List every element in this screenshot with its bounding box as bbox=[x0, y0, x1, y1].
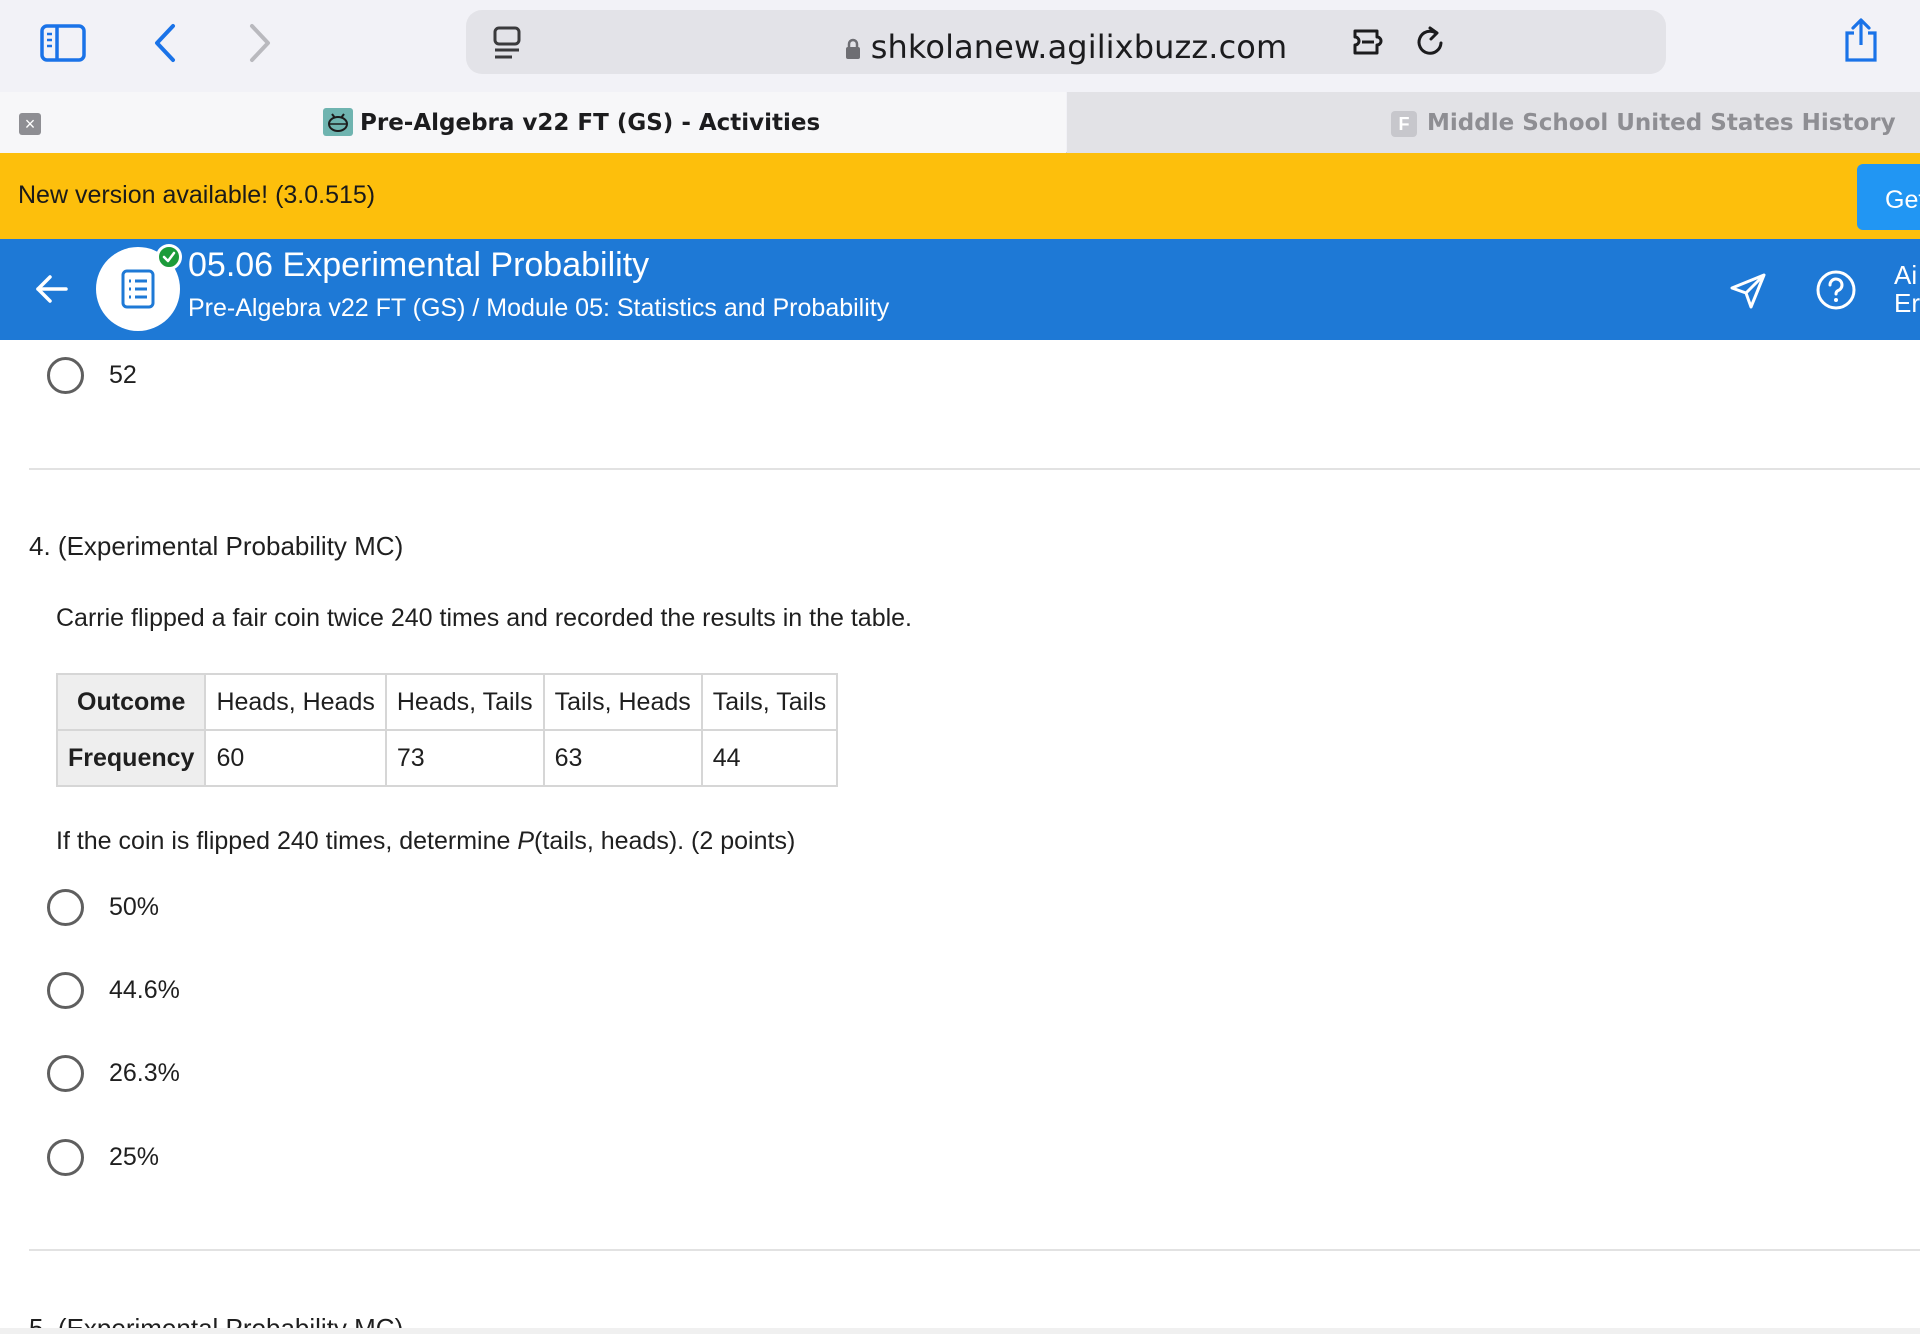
user-menu[interactable]: Ai Er bbox=[1894, 261, 1920, 317]
question-heading: 4. (Experimental Probability MC) bbox=[29, 531, 404, 561]
help-icon[interactable] bbox=[1815, 269, 1857, 316]
table-cell: 63 bbox=[542, 729, 703, 787]
table-cell: 60 bbox=[204, 729, 387, 787]
completed-check-icon bbox=[156, 244, 182, 270]
back-arrow-icon[interactable] bbox=[30, 269, 74, 314]
answer-option[interactable]: 44.6% bbox=[109, 976, 180, 1005]
answer-option[interactable]: 26.3% bbox=[109, 1059, 180, 1088]
tab-bar: × Pre-Algebra v22 FT (GS) - Activities F… bbox=[0, 92, 1920, 153]
browser-toolbar: shkolanew.agilixbuzz.com bbox=[0, 0, 1920, 92]
prompt-text: (tails, heads). (2 points) bbox=[534, 827, 796, 855]
answer-option: 52 bbox=[109, 361, 137, 389]
share-icon[interactable] bbox=[1842, 16, 1880, 64]
url-text: shkolanew.agilixbuzz.com bbox=[870, 28, 1288, 66]
get-update-button[interactable]: Get bbox=[1857, 164, 1920, 230]
close-tab-icon[interactable]: × bbox=[19, 113, 41, 135]
bottom-edge bbox=[0, 1328, 1920, 1334]
banner-message: New version available! (3.0.515) bbox=[18, 181, 376, 209]
answer-radio[interactable] bbox=[47, 357, 84, 394]
extension-icon[interactable] bbox=[1352, 24, 1392, 60]
table-cell: Heads, Heads bbox=[204, 673, 387, 731]
table-cell: 44 bbox=[700, 729, 839, 787]
answer-radio[interactable] bbox=[47, 1139, 84, 1176]
tab-history[interactable]: F Middle School United States History bbox=[1067, 92, 1920, 153]
activity-title: 05.06 Experimental Probability bbox=[188, 246, 650, 284]
table-header-cell: Outcome bbox=[55, 673, 207, 731]
sidebar-icon[interactable] bbox=[38, 22, 88, 64]
answer-radio[interactable] bbox=[47, 889, 84, 926]
prompt-probability-symbol: P bbox=[517, 827, 535, 855]
table-header-cell: Frequency bbox=[55, 729, 207, 787]
tab-favicon-icon bbox=[323, 108, 353, 136]
tab-favicon-letter: F bbox=[1391, 111, 1417, 137]
tab-title: Middle School United States History bbox=[1427, 110, 1896, 136]
forward-icon[interactable] bbox=[245, 20, 275, 66]
back-icon[interactable] bbox=[150, 20, 180, 66]
prompt-text: If the coin is flipped 240 times, determ… bbox=[56, 827, 518, 855]
table-cell: Tails, Tails bbox=[700, 673, 839, 731]
question-divider bbox=[29, 1249, 1920, 1251]
reload-icon[interactable] bbox=[1414, 24, 1448, 60]
activity-content: 52 4. (Experimental Probability MC) Carr… bbox=[0, 340, 1920, 1334]
send-icon[interactable] bbox=[1728, 271, 1768, 316]
lock-icon bbox=[845, 30, 861, 68]
tab-activities[interactable]: × Pre-Algebra v22 FT (GS) - Activities bbox=[0, 92, 1066, 153]
table-row: Frequency 60 73 63 44 bbox=[55, 729, 839, 787]
table-cell: 73 bbox=[384, 729, 545, 787]
question-intro: Carrie flipped a fair coin twice 240 tim… bbox=[56, 604, 913, 632]
question-divider bbox=[29, 468, 1920, 470]
tab-title: Pre-Algebra v22 FT (GS) - Activities bbox=[360, 110, 821, 136]
answer-radio[interactable] bbox=[47, 1055, 84, 1092]
breadcrumb[interactable]: Pre-Algebra v22 FT (GS) / Module 05: Sta… bbox=[188, 294, 889, 323]
answer-option[interactable]: 50% bbox=[109, 893, 159, 922]
table-row: Outcome Heads, Heads Heads, Tails Tails,… bbox=[55, 673, 839, 731]
frequency-table: Outcome Heads, Heads Heads, Tails Tails,… bbox=[55, 673, 839, 787]
answer-option[interactable]: 25% bbox=[109, 1143, 159, 1172]
url-display[interactable]: shkolanew.agilixbuzz.com bbox=[466, 28, 1666, 68]
address-bar[interactable]: shkolanew.agilixbuzz.com bbox=[466, 10, 1666, 74]
table-cell: Tails, Heads bbox=[542, 673, 703, 731]
answer-radio[interactable] bbox=[47, 972, 84, 1009]
update-banner: New version available! (3.0.515) Get bbox=[0, 153, 1920, 239]
table-cell: Heads, Tails bbox=[384, 673, 545, 731]
course-header: 05.06 Experimental Probability Pre-Algeb… bbox=[0, 239, 1920, 340]
question-prompt: If the coin is flipped 240 times, determ… bbox=[56, 827, 795, 856]
